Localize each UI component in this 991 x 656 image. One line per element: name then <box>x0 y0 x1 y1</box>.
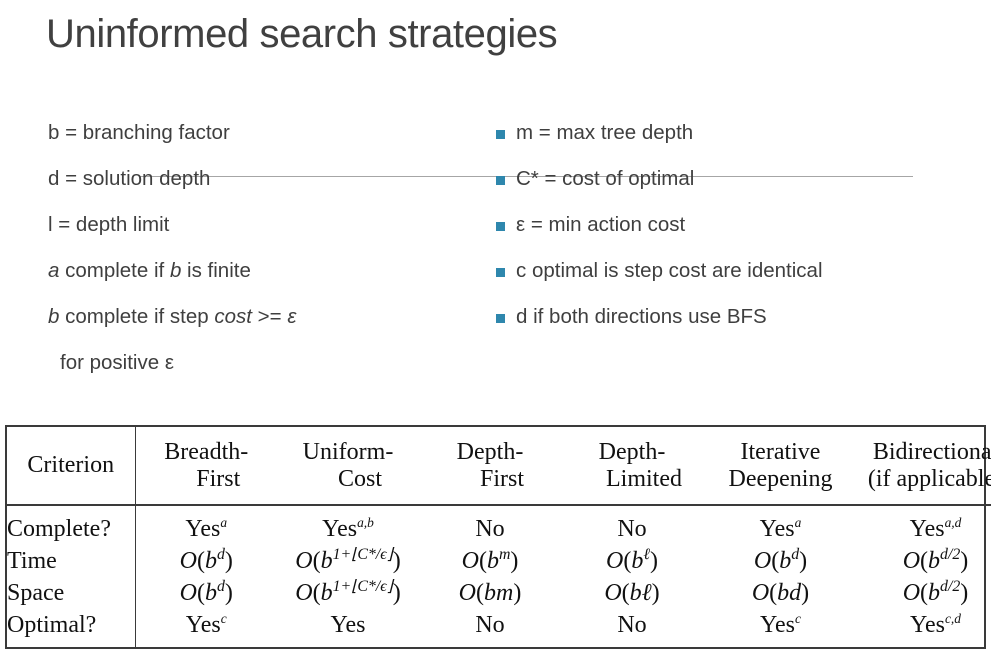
legend-item-note-c: c optimal is step cost are identical <box>516 258 823 282</box>
value-optimal: Yesc <box>760 610 801 638</box>
column-values-depth-first: No O(bm) O(bm) No <box>419 505 561 647</box>
list-item: c optimal is step cost are identical <box>496 248 966 294</box>
legend-item-note-b: b complete if step cost >= ε <box>48 304 297 328</box>
legend-item-cost-of-optimal: C* = cost of optimal <box>516 166 695 190</box>
list-item: C* = cost of optimal <box>496 156 966 202</box>
value-time: O(bm) <box>461 545 519 574</box>
search-strategy-comparison-table: Criterion Breadth- First Uniform- Cost D… <box>5 425 991 649</box>
header-line-2: First <box>196 465 241 492</box>
table-header-row: Criterion Breadth- First Uniform- Cost D… <box>7 427 991 506</box>
header-line-2: (if applicable) <box>867 465 991 492</box>
value-space: O(bℓ) <box>604 579 660 606</box>
square-bullet-icon <box>496 313 505 323</box>
legend-item-note-b-continuation: for positive ε <box>60 350 174 374</box>
list-item: d = solution depth <box>48 156 478 202</box>
value-space: O(bd/2) <box>902 577 969 606</box>
list-item: b complete if step cost >= ε <box>48 294 478 340</box>
page-title: Uninformed search strategies <box>46 12 558 56</box>
value-space: O(bm) <box>458 579 522 606</box>
table-body-row: Complete? Time Space Optimal? Yesa O(bd)… <box>7 505 991 647</box>
header-line-1: Iterative <box>740 438 821 465</box>
criterion-space: Space <box>7 579 65 606</box>
table-header-iterative-deepening: Iterative Deepening <box>703 427 858 506</box>
header-line-2: Limited <box>606 465 682 492</box>
square-bullet-icon <box>496 129 505 139</box>
header-line-1: Depth- <box>598 438 666 465</box>
value-complete: Yesa <box>185 514 228 542</box>
list-item: l = depth limit <box>48 202 478 248</box>
legend-item-min-action-cost: ε = min action cost <box>516 212 686 236</box>
header-line-1: Bidirectional <box>872 438 991 465</box>
value-space: O(bd) <box>751 579 810 606</box>
value-optimal: Yesc <box>185 610 227 638</box>
value-space: O(bd) <box>179 577 233 606</box>
value-complete: No <box>617 515 647 542</box>
list-item: m = max tree depth <box>496 110 966 156</box>
list-item: for positive ε <box>48 340 478 386</box>
square-bullet-icon <box>496 175 505 185</box>
table-header-depth-first: Depth- First <box>419 427 561 506</box>
value-time: O(bd/2) <box>902 545 969 574</box>
header-line-2: First <box>479 465 524 492</box>
table-header-criterion: Criterion <box>7 427 136 506</box>
criterion-complete: Complete? <box>7 515 111 542</box>
criterion-labels-cell: Complete? Time Space Optimal? <box>7 505 136 647</box>
column-values-iterative-deepening: Yesa O(bd) O(bd) Yesc <box>703 505 858 647</box>
table-header-breadth-first: Breadth- First <box>135 427 277 506</box>
list-item: a complete if b is finite <box>48 248 478 294</box>
square-bullet-icon <box>496 221 505 231</box>
value-optimal: Yes <box>330 611 366 638</box>
criterion-time: Time <box>7 547 57 574</box>
table-header-uniform-cost: Uniform- Cost <box>277 427 419 506</box>
value-optimal: Yesc,d <box>910 610 961 638</box>
legend-item-solution-depth: d = solution depth <box>48 166 211 190</box>
header-line-1: Uniform- <box>302 438 394 465</box>
value-complete: No <box>475 515 505 542</box>
legend-left-column: b = branching factor d = solution depth … <box>48 110 478 386</box>
legend-item-note-a: a complete if b is finite <box>48 258 251 282</box>
legend-item-max-tree-depth: m = max tree depth <box>516 120 694 144</box>
value-optimal: No <box>475 611 505 638</box>
legend-item-depth-limit: l = depth limit <box>48 212 170 236</box>
list-item: b = branching factor <box>48 110 478 156</box>
legend-right-column: m = max tree depth C* = cost of optimal … <box>496 110 966 340</box>
value-optimal: No <box>617 611 647 638</box>
table-header-bidirectional: Bidirectional (if applicable) <box>858 427 991 506</box>
legend-item-branching-factor: b = branching factor <box>48 120 230 144</box>
header-line-1: Breadth- <box>164 438 249 465</box>
column-values-depth-limited: No O(bℓ) O(bℓ) No <box>561 505 703 647</box>
table-header-depth-limited: Depth- Limited <box>561 427 703 506</box>
list-item: d if both directions use BFS <box>496 294 966 340</box>
criterion-optimal: Optimal? <box>7 611 97 638</box>
value-time: O(bd) <box>753 545 808 574</box>
value-complete: Yesa,b <box>322 514 374 542</box>
list-item: ε = min action cost <box>496 202 966 248</box>
header-line-2: Deepening <box>728 465 833 492</box>
value-space: O(b1+⌊C*/ϵ⌋) <box>295 577 401 606</box>
value-time: O(bd) <box>179 545 233 574</box>
column-values-breadth-first: Yesa O(bd) O(bd) Yesc <box>135 505 277 647</box>
value-complete: Yesa <box>759 514 802 542</box>
legend-item-note-d: d if both directions use BFS <box>516 304 767 328</box>
value-complete: Yesa,d <box>909 514 962 542</box>
value-time: O(bℓ) <box>606 545 658 574</box>
column-values-uniform-cost: Yesa,b O(b1+⌊C*/ϵ⌋) O(b1+⌊C*/ϵ⌋) Yes <box>277 505 419 647</box>
column-values-bidirectional: Yesa,d O(bd/2) O(bd/2) Yesc,d <box>858 505 991 647</box>
header-line-1: Depth- <box>456 438 524 465</box>
square-bullet-icon <box>496 267 505 277</box>
header-line-2: Cost <box>337 465 382 492</box>
value-time: O(b1+⌊C*/ϵ⌋) <box>295 545 401 574</box>
